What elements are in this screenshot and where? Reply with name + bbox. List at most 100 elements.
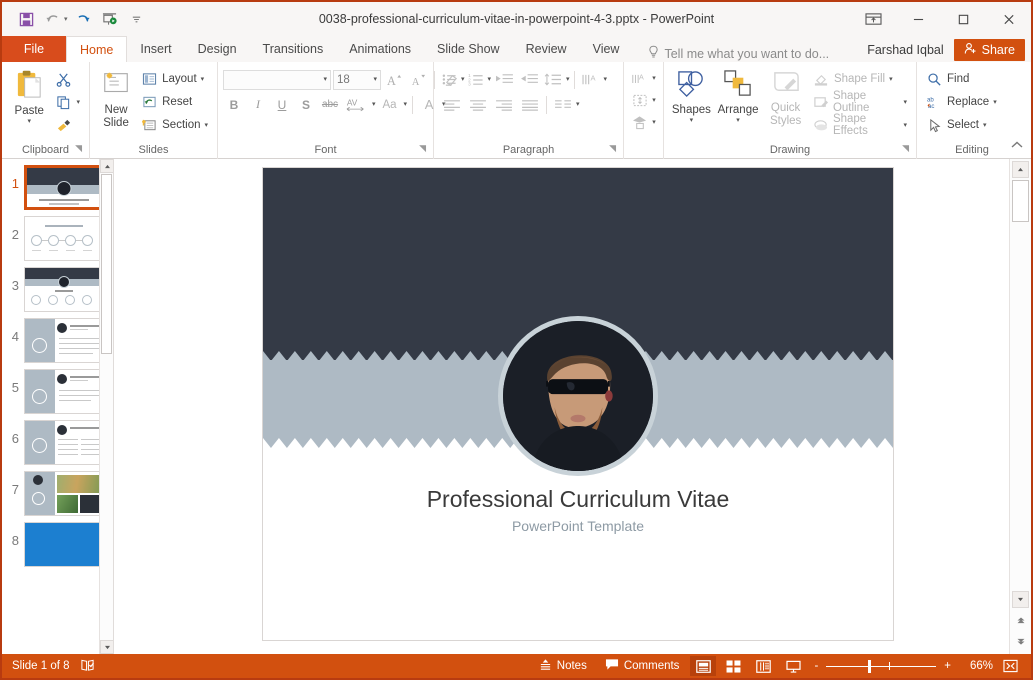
slide-vertical-scrollbar[interactable]	[1009, 159, 1031, 654]
font-dialog-launcher[interactable]: ◥	[419, 139, 426, 157]
reading-view-button[interactable]	[750, 656, 776, 676]
tab-file[interactable]: File	[2, 36, 66, 62]
text-shadow-button[interactable]: S	[295, 94, 317, 115]
comments-button[interactable]: Comments	[598, 654, 687, 678]
slide-sorter-view-button[interactable]	[720, 656, 746, 676]
shrink-font-button[interactable]: A	[407, 69, 429, 90]
thumbnail-slide-6[interactable]: 6	[2, 414, 113, 465]
slide-subtitle[interactable]: PowerPoint Template	[263, 518, 893, 534]
font-name-caret-icon[interactable]: ▾	[323, 76, 327, 83]
increase-indent-button[interactable]	[517, 69, 541, 90]
columns-caret-icon[interactable]: ▾	[576, 101, 580, 108]
shapes-button[interactable]: Shapes ▾	[669, 65, 714, 124]
italic-button[interactable]: I	[247, 94, 269, 115]
thumbnail-scroll-up-icon[interactable]	[100, 159, 113, 173]
numbering-caret-icon[interactable]: ▾	[488, 76, 492, 83]
tab-review[interactable]: Review	[513, 36, 580, 62]
text-direction-vertical-caret-icon[interactable]: ▾	[652, 75, 656, 82]
paragraph-dialog-launcher[interactable]: ◥	[609, 139, 616, 157]
quick-styles-button[interactable]: Quick Styles	[762, 65, 809, 128]
zoom-out-button[interactable]: -	[810, 660, 822, 672]
layout-button[interactable]: Layout ▾	[137, 68, 212, 90]
undo-dropdown-caret[interactable]: ▾	[64, 15, 68, 23]
character-spacing-button[interactable]: AV	[343, 94, 370, 115]
next-slide-icon[interactable]	[1012, 633, 1029, 650]
find-button[interactable]: Find	[922, 68, 1001, 90]
format-painter-button[interactable]	[51, 114, 84, 136]
underline-button[interactable]: U	[271, 94, 293, 115]
layout-caret-icon[interactable]: ▾	[201, 76, 205, 83]
paste-caret-icon[interactable]: ▾	[27, 118, 31, 125]
thumbnail-slide-7[interactable]: 7	[2, 465, 113, 516]
tab-animations[interactable]: Animations	[336, 36, 424, 62]
shape-fill-button[interactable]: Shape Fill ▾	[809, 68, 911, 90]
bullets-button[interactable]	[439, 69, 460, 90]
section-button[interactable]: Section ▾	[137, 114, 212, 136]
select-caret-icon[interactable]: ▾	[983, 122, 987, 129]
zoom-in-button[interactable]: +	[940, 660, 955, 672]
shape-outline-button[interactable]: Shape Outline ▾	[809, 90, 911, 114]
tab-design[interactable]: Design	[185, 36, 250, 62]
shapes-caret-icon[interactable]: ▾	[690, 117, 694, 124]
reset-button[interactable]: Reset	[137, 91, 212, 113]
thumbnail-slide-8[interactable]: 8	[2, 516, 113, 567]
paste-button[interactable]: Paste ▾	[7, 65, 51, 125]
spellcheck-icon[interactable]	[80, 658, 95, 675]
normal-view-button[interactable]	[690, 656, 717, 676]
thumbnail-scroll-down-icon[interactable]	[100, 640, 113, 654]
ribbon-display-options-icon[interactable]	[851, 2, 896, 36]
redo-icon[interactable]	[71, 8, 95, 30]
minimize-icon[interactable]	[896, 2, 941, 36]
current-slide[interactable]: Professional Curriculum Vitae PowerPoint…	[262, 167, 894, 641]
replace-caret-icon[interactable]: ▾	[993, 99, 997, 106]
customize-qat-icon[interactable]	[125, 8, 149, 30]
drawing-dialog-launcher[interactable]: ◥	[902, 139, 909, 157]
decrease-indent-button[interactable]	[492, 69, 516, 90]
scroll-up-icon[interactable]	[1012, 161, 1029, 178]
bold-button[interactable]: B	[223, 94, 245, 115]
zoom-handle[interactable]	[868, 659, 872, 673]
collapse-ribbon-button[interactable]	[1010, 137, 1024, 155]
align-text-caret-icon[interactable]: ▾	[652, 97, 656, 104]
thumbnail-slide-3[interactable]: 3	[2, 261, 113, 312]
justify-button[interactable]	[517, 94, 542, 115]
slide-editing-area[interactable]: Professional Curriculum Vitae PowerPoint…	[114, 159, 1031, 654]
tab-transitions[interactable]: Transitions	[250, 36, 337, 62]
previous-slide-icon[interactable]	[1012, 612, 1029, 629]
arrange-caret-icon[interactable]: ▾	[736, 117, 740, 124]
grow-font-button[interactable]: A	[383, 69, 405, 90]
change-case-caret-icon[interactable]: ▾	[404, 101, 408, 108]
slide-indicator[interactable]: Slide 1 of 8	[12, 660, 70, 672]
bullets-caret-icon[interactable]: ▾	[461, 76, 465, 83]
user-name[interactable]: Farshad Iqbal	[867, 43, 943, 57]
font-name-input[interactable]: ▾	[223, 69, 331, 90]
shape-effects-caret-icon[interactable]: ▾	[903, 122, 907, 129]
thumbnail-slide-5[interactable]: 5	[2, 363, 113, 414]
maximize-icon[interactable]	[941, 2, 986, 36]
font-size-caret-icon[interactable]: ▾	[373, 76, 377, 83]
align-text-button[interactable]: ▾	[627, 89, 660, 111]
clipboard-dialog-launcher[interactable]: ◥	[75, 139, 82, 157]
shape-outline-caret-icon[interactable]: ▾	[903, 99, 907, 106]
align-right-button[interactable]	[491, 94, 516, 115]
share-button[interactable]: Share	[953, 39, 1025, 61]
text-direction-button[interactable]: A	[579, 69, 603, 90]
strikethrough-button[interactable]: abc	[319, 94, 341, 115]
thumbnail-scrollbar[interactable]	[99, 159, 113, 654]
save-icon[interactable]	[14, 8, 38, 30]
slide-thumbnail-pane[interactable]: 1 2 3 4 5 6 7 8	[2, 159, 114, 654]
slide-title[interactable]: Professional Curriculum Vitae	[263, 486, 893, 513]
font-size-input[interactable]: 18 ▾	[333, 69, 381, 90]
line-spacing-caret-icon[interactable]: ▾	[566, 76, 570, 83]
tab-slide-show[interactable]: Slide Show	[424, 36, 513, 62]
text-direction-caret-icon[interactable]: ▾	[604, 76, 608, 83]
text-direction-vertical-button[interactable]: A ▾	[627, 67, 660, 89]
thumbnail-slide-4[interactable]: 4	[2, 312, 113, 363]
copy-button[interactable]: ▾	[51, 91, 84, 113]
slide-profile-photo[interactable]	[498, 316, 658, 476]
close-icon[interactable]	[986, 2, 1031, 36]
line-spacing-button[interactable]	[542, 69, 565, 90]
numbering-button[interactable]: 1 2 3	[466, 69, 487, 90]
convert-to-smartart-button[interactable]: ▾	[627, 111, 660, 133]
slide-show-view-button[interactable]	[780, 656, 806, 676]
